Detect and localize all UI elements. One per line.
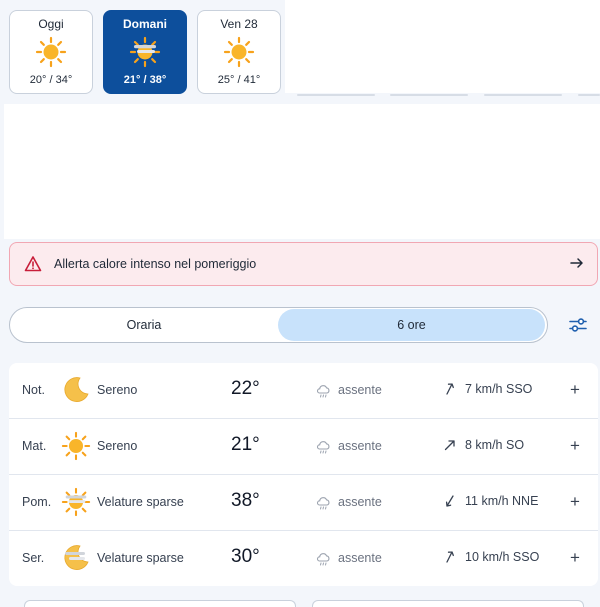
toggle-6-hours[interactable]: 6 ore <box>278 309 545 341</box>
wind-direction-arrow-icon <box>446 551 454 563</box>
day-name: Ven 28 <box>220 17 258 31</box>
view-toggle: Oraria 6 ore <box>9 307 548 343</box>
rain-cloud-icon <box>316 497 330 510</box>
precipitation-text: assente <box>338 383 382 397</box>
forecast-row-evening[interactable]: Ser. Velature sparse 30° assente 10 km/h… <box>9 531 598 586</box>
forecast-row-night[interactable]: Not. Sereno 22° assente 7 km/h SSO + <box>9 363 598 419</box>
condition-text: Velature sparse <box>97 551 184 565</box>
rain-cloud-icon <box>316 441 330 454</box>
day-temp-range: 20° / 34° <box>29 74 73 86</box>
precipitation-text: assente <box>338 551 382 565</box>
sun-icon <box>35 36 67 68</box>
wind-text: 11 km/h NNE <box>465 494 539 508</box>
forecast-list: Not. Sereno 22° assente 7 km/h SSO + Mat… <box>9 363 598 586</box>
temperature: 38° <box>231 490 260 511</box>
day-card-partial <box>297 94 375 96</box>
day-name: Domani <box>122 17 167 31</box>
forecast-row-morning[interactable]: Mat. Sereno 21° assente 8 km/h SO + <box>9 419 598 475</box>
moon-icon <box>64 377 89 402</box>
wind-direction-arrow-icon <box>444 440 455 451</box>
expand-plus-icon[interactable]: + <box>570 436 580 456</box>
next-card-partial <box>312 600 584 607</box>
wind-direction-arrow-icon <box>446 383 454 395</box>
sun-icon <box>61 431 91 461</box>
wind-text: 8 km/h SO <box>465 438 525 452</box>
sunset-haze-icon <box>64 545 89 570</box>
period-label: Ser. <box>22 551 45 565</box>
toggle-hourly[interactable]: Oraria <box>11 309 277 341</box>
sun-icon <box>223 36 255 68</box>
temperature: 30° <box>231 546 260 567</box>
period-label: Pom. <box>22 495 52 509</box>
sun-haze-icon <box>61 487 91 517</box>
forecast-row-afternoon[interactable]: Pom. Velature sparse 38° assente 11 km/h… <box>9 475 598 531</box>
condition-text: Velature sparse <box>97 495 184 509</box>
expand-plus-icon[interactable]: + <box>570 380 580 400</box>
alert-text: Allerta calore intenso nel pomeriggio <box>54 257 257 271</box>
condition-text: Sereno <box>97 439 138 453</box>
heat-alert-banner[interactable]: Allerta calore intenso nel pomeriggio <box>9 242 598 286</box>
expand-plus-icon[interactable]: + <box>570 548 580 568</box>
warning-triangle-icon <box>24 256 42 272</box>
day-card-friday[interactable]: Ven 28 25° / 41° <box>197 10 281 94</box>
period-label: Not. <box>22 383 45 397</box>
day-selector: Oggi 20° / 34° Domani 21° / 38° Ven 28 2… <box>0 0 600 100</box>
day-temp-range: 21° / 38° <box>123 74 167 86</box>
day-card-tomorrow[interactable]: Domani 21° / 38° <box>103 10 187 94</box>
day-strip-overflow <box>285 0 600 93</box>
precipitation-text: assente <box>338 439 382 453</box>
day-card-today[interactable]: Oggi 20° / 34° <box>9 10 93 94</box>
condition-text: Sereno <box>97 383 138 397</box>
filter-settings-icon[interactable] <box>566 313 590 337</box>
expand-plus-icon[interactable]: + <box>570 492 580 512</box>
day-card-partial <box>390 94 468 96</box>
precipitation-text: assente <box>338 495 382 509</box>
rain-cloud-icon <box>316 385 330 398</box>
ad-placeholder <box>4 104 600 239</box>
wind-text: 10 km/h SSO <box>465 550 540 564</box>
wind-text: 7 km/h SSO <box>465 382 533 396</box>
rain-cloud-icon <box>316 553 330 566</box>
temperature: 22° <box>231 378 260 399</box>
arrow-right-icon[interactable] <box>569 255 585 271</box>
day-temp-range: 25° / 41° <box>217 74 261 86</box>
day-card-partial <box>578 94 600 96</box>
sun-haze-icon <box>129 36 161 68</box>
next-card-partial <box>24 600 296 607</box>
day-card-partial <box>484 94 562 96</box>
day-name: Oggi <box>38 17 64 31</box>
temperature: 21° <box>231 434 260 455</box>
period-label: Mat. <box>22 439 47 453</box>
wind-direction-arrow-icon <box>445 495 454 507</box>
